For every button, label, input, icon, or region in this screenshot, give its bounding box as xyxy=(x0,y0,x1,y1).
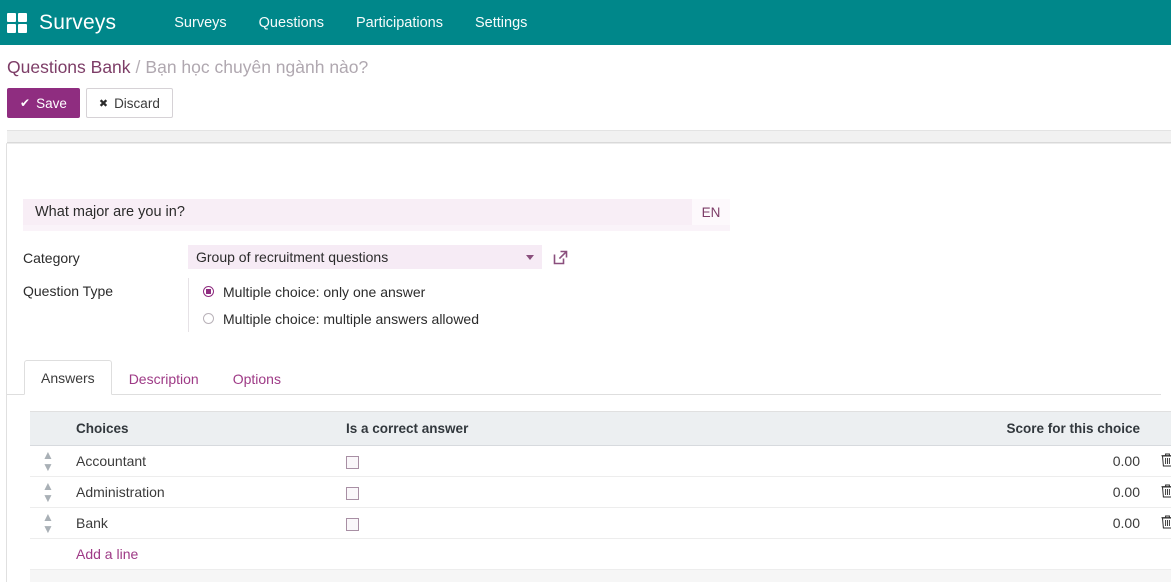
form-sheet: EN Category Group of recruitment questio… xyxy=(6,143,1171,582)
category-field-row: Category Group of recruitment questions xyxy=(23,245,1171,273)
answers-table-footer-cell xyxy=(30,570,1171,582)
apps-grid-square xyxy=(18,24,27,33)
question-type-option-multiple[interactable]: Multiple choice: multiple answers allowe… xyxy=(203,305,479,332)
language-badge-en[interactable]: EN xyxy=(692,199,730,225)
breadcrumb-root-link[interactable]: Questions Bank xyxy=(7,57,131,77)
nav-item-questions[interactable]: Questions xyxy=(243,15,340,31)
drag-handle-icon[interactable]: ▲▼ xyxy=(42,511,54,535)
notebook-tabs: Answers Description Options xyxy=(24,359,1171,394)
row-correct-cell[interactable] xyxy=(336,446,721,477)
breadcrumb: Questions Bank/Bạn học chuyên ngành nào? xyxy=(7,45,1171,78)
answers-table: Choices Is a correct answer Score for th… xyxy=(30,411,1171,582)
save-button[interactable]: ✔ Save xyxy=(7,88,80,118)
row-delete-cell[interactable] xyxy=(1150,446,1171,477)
apps-grid-square xyxy=(7,13,16,22)
form-sheet-wrapper: EN Category Group of recruitment questio… xyxy=(0,143,1171,582)
checkbox-is-correct[interactable] xyxy=(346,456,359,469)
row-choice-cell[interactable]: Accountant xyxy=(66,446,336,477)
surveys-question-form-page: Surveys Surveys Questions Participations… xyxy=(0,0,1171,583)
row-correct-cell[interactable] xyxy=(336,477,721,508)
category-field-value: Group of recruitment questions xyxy=(188,245,569,269)
nav-item-settings[interactable]: Settings xyxy=(459,15,543,31)
top-navbar: Surveys Surveys Questions Participations… xyxy=(0,0,1171,45)
column-header-choices[interactable]: Choices xyxy=(66,412,336,446)
discard-button-label: Discard xyxy=(114,96,160,111)
form-action-buttons: ✔ Save ✖ Discard xyxy=(7,88,1171,118)
close-x-icon: ✖ xyxy=(99,97,108,110)
trash-icon[interactable] xyxy=(1161,515,1171,529)
row-score-cell[interactable]: 0.00 xyxy=(721,446,1150,477)
trash-icon[interactable] xyxy=(1161,453,1171,467)
add-a-line-link[interactable]: Add a line xyxy=(76,546,138,562)
question-type-option-single-label: Multiple choice: only one answer xyxy=(223,284,425,300)
form-fields: Category Group of recruitment questions xyxy=(23,245,1171,332)
table-row[interactable]: ▲▼ Bank 0.00 xyxy=(30,508,1171,539)
tab-options[interactable]: Options xyxy=(216,361,298,395)
answers-table-footer-row xyxy=(30,570,1171,582)
category-selected-value: Group of recruitment questions xyxy=(196,249,526,265)
question-type-option-single[interactable]: Multiple choice: only one answer xyxy=(203,278,479,305)
trash-icon[interactable] xyxy=(1161,484,1171,498)
apps-grid-square xyxy=(7,24,16,33)
column-header-score[interactable]: Score for this choice xyxy=(721,412,1150,446)
check-icon: ✔ xyxy=(20,96,30,110)
table-row[interactable]: ▲▼ Administration 0.00 xyxy=(30,477,1171,508)
apps-grid-icon[interactable] xyxy=(7,13,27,33)
answers-table-header-row: Choices Is a correct answer Score for th… xyxy=(30,412,1171,446)
chevron-down-icon[interactable] xyxy=(526,255,534,260)
question-title-row: EN xyxy=(23,199,730,225)
row-choice-cell[interactable]: Bank xyxy=(66,508,336,539)
control-panel: Questions Bank/Bạn học chuyên ngành nào?… xyxy=(0,45,1171,143)
apps-grid-square xyxy=(18,13,27,22)
answers-table-foot xyxy=(30,570,1171,582)
row-drag-handle-cell[interactable]: ▲▼ xyxy=(30,477,66,508)
save-button-label: Save xyxy=(36,96,67,111)
answers-table-body: ▲▼ Accountant 0.00 xyxy=(30,446,1171,570)
question-type-option-multiple-label: Multiple choice: multiple answers allowe… xyxy=(223,311,479,327)
breadcrumb-separator: / xyxy=(136,57,141,77)
add-a-line-row[interactable]: Add a line xyxy=(30,539,1171,570)
external-link-icon[interactable] xyxy=(552,249,569,266)
nav-item-participations[interactable]: Participations xyxy=(340,15,459,31)
app-brand-title[interactable]: Surveys xyxy=(39,11,116,35)
question-title-underline xyxy=(23,225,730,231)
question-type-field-row: Question Type Multiple choice: only one … xyxy=(23,278,1171,332)
add-line-handle-cell xyxy=(30,539,66,570)
add-line-cell[interactable]: Add a line xyxy=(66,539,1171,570)
tab-answers[interactable]: Answers xyxy=(24,360,112,395)
control-panel-divider xyxy=(7,130,1171,143)
tab-description[interactable]: Description xyxy=(112,361,216,395)
question-title-input[interactable] xyxy=(23,199,692,225)
checkbox-is-correct[interactable] xyxy=(346,518,359,531)
checkbox-is-correct[interactable] xyxy=(346,487,359,500)
category-select[interactable]: Group of recruitment questions xyxy=(188,245,542,269)
notebook: Answers Description Options Choices Is a… xyxy=(7,359,1171,582)
column-header-handle xyxy=(30,412,66,446)
question-type-field-label: Question Type xyxy=(23,278,188,299)
row-correct-cell[interactable] xyxy=(336,508,721,539)
radio-icon-selected[interactable] xyxy=(203,286,214,297)
drag-handle-icon[interactable]: ▲▼ xyxy=(42,480,54,504)
row-drag-handle-cell[interactable]: ▲▼ xyxy=(30,446,66,477)
row-choice-cell[interactable]: Administration xyxy=(66,477,336,508)
row-delete-cell[interactable] xyxy=(1150,508,1171,539)
radio-icon-empty[interactable] xyxy=(203,313,214,324)
question-type-options: Multiple choice: only one answer Multipl… xyxy=(188,278,479,332)
column-header-correct[interactable]: Is a correct answer xyxy=(336,412,721,446)
row-score-cell[interactable]: 0.00 xyxy=(721,508,1150,539)
breadcrumb-current: Bạn học chuyên ngành nào? xyxy=(145,57,368,77)
row-delete-cell[interactable] xyxy=(1150,477,1171,508)
column-header-trash xyxy=(1150,412,1171,446)
category-field-label: Category xyxy=(23,245,188,266)
row-drag-handle-cell[interactable]: ▲▼ xyxy=(30,508,66,539)
nav-item-surveys[interactable]: Surveys xyxy=(158,15,242,31)
table-row[interactable]: ▲▼ Accountant 0.00 xyxy=(30,446,1171,477)
row-score-cell[interactable]: 0.00 xyxy=(721,477,1150,508)
drag-handle-icon[interactable]: ▲▼ xyxy=(42,449,54,473)
discard-button[interactable]: ✖ Discard xyxy=(86,88,173,118)
answers-table-head: Choices Is a correct answer Score for th… xyxy=(30,412,1171,446)
